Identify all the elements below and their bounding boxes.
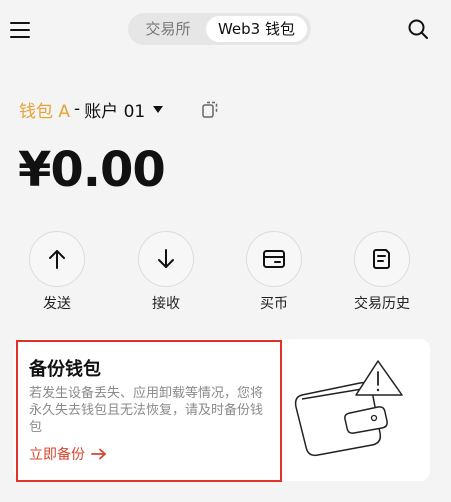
wallet-name: 钱包 A bbox=[19, 101, 71, 122]
buy-label: 买币 bbox=[260, 296, 288, 312]
tab-web3-wallet[interactable]: Web3 钱包 bbox=[206, 16, 307, 42]
tab-exchange[interactable]: 交易所 bbox=[132, 16, 204, 42]
send-button[interactable] bbox=[29, 231, 85, 287]
receive-button[interactable] bbox=[138, 231, 194, 287]
history-label: 交易历史 bbox=[354, 296, 410, 312]
wallet-selector[interactable]: 钱包 A - 账户 01 bbox=[19, 96, 164, 122]
backup-card-description: 若发生设备丢失、应用卸载等情况，您将永久失去钱包且无法恢复，请及时备份钱包 bbox=[29, 386, 264, 435]
backup-now-label: 立即备份 bbox=[29, 447, 85, 463]
menu-icon[interactable] bbox=[10, 18, 32, 40]
backup-now-link[interactable]: 立即备份 bbox=[29, 444, 107, 464]
receive-label: 接收 bbox=[152, 296, 180, 312]
balance-amount: ¥0.00 bbox=[18, 142, 166, 198]
wallet-warning-illustration bbox=[290, 355, 405, 460]
caret-down-icon bbox=[153, 105, 164, 113]
copy-icon[interactable] bbox=[201, 100, 219, 118]
buy-button[interactable] bbox=[246, 231, 302, 287]
arrow-right-icon bbox=[91, 448, 106, 460]
arrow-up-icon bbox=[49, 250, 65, 269]
search-icon[interactable] bbox=[406, 17, 430, 41]
send-label: 发送 bbox=[43, 296, 71, 312]
backup-card-title: 备份钱包 bbox=[29, 359, 101, 380]
history-icon bbox=[373, 249, 390, 269]
history-button[interactable] bbox=[354, 231, 410, 287]
tab-switcher: 交易所 Web3 钱包 bbox=[128, 13, 311, 45]
card-icon bbox=[263, 250, 285, 268]
wallet-account: 账户 01 bbox=[84, 101, 146, 122]
wallet-separator: - bbox=[74, 99, 81, 119]
arrow-down-icon bbox=[158, 249, 174, 268]
